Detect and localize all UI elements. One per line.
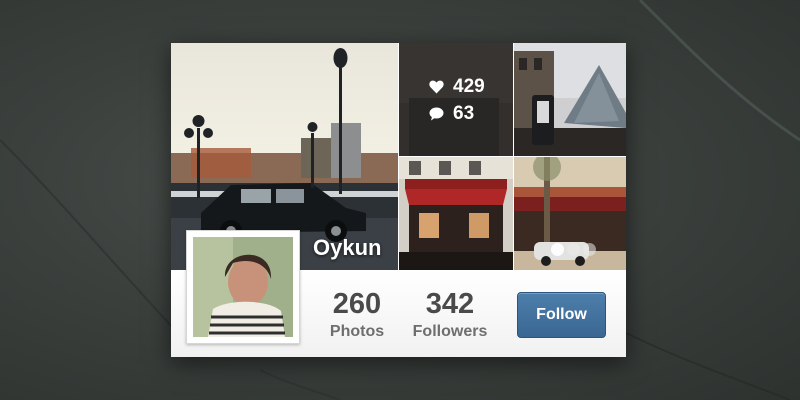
stats-overlay: 429 63 (399, 43, 513, 156)
photos-counter[interactable]: 260 Photos (322, 289, 392, 341)
followers-count: 342 (425, 288, 475, 320)
followers-counter[interactable]: 342 Followers (406, 289, 494, 341)
comments-stat: 63 (429, 103, 474, 125)
profile-card: 429 63 Oykun 260 Photos 342 Followers Fo… (171, 43, 626, 357)
followers-label: Followers (412, 323, 488, 340)
pager-dots[interactable] (551, 243, 596, 256)
pager-dot[interactable] (583, 243, 596, 256)
pager-dot[interactable] (551, 243, 564, 256)
follow-button[interactable]: Follow (517, 292, 606, 338)
avatar[interactable] (186, 230, 300, 344)
heart-icon (429, 80, 444, 94)
avatar-image (193, 237, 293, 337)
likes-count: 429 (453, 76, 485, 97)
profile-username[interactable]: Oykun (313, 235, 381, 261)
photos-count: 260 (332, 288, 382, 320)
louvre-photo[interactable] (514, 43, 626, 156)
pager-dot[interactable] (567, 243, 580, 256)
cafe-photo[interactable] (399, 157, 513, 270)
photos-label: Photos (329, 323, 385, 340)
comments-count: 63 (453, 103, 475, 124)
speech-bubble-icon (429, 107, 444, 121)
likes-stat: 429 (429, 76, 485, 98)
